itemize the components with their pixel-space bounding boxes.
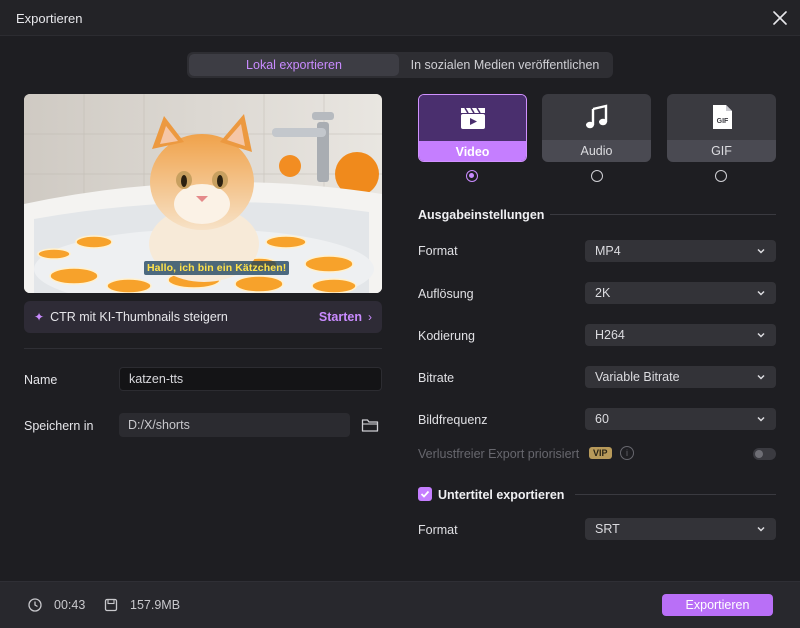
- subtitle-format-value: SRT: [595, 522, 620, 536]
- lossless-export-label: Verlustfreier Export priorisiert: [418, 447, 580, 461]
- chevron-down-icon: [757, 416, 765, 422]
- type-card-video[interactable]: Video: [418, 94, 527, 162]
- type-card-gif[interactable]: GIF GIF: [667, 94, 776, 162]
- start-button[interactable]: Starten: [319, 310, 362, 324]
- subtitle-caption: Hallo, ich bin ein Kätzchen!: [144, 261, 290, 275]
- bitrate-select[interactable]: Variable Bitrate: [585, 366, 776, 388]
- chevron-down-icon: [757, 374, 765, 380]
- checkmark-icon: [420, 490, 430, 498]
- close-button[interactable]: [768, 6, 792, 30]
- type-card-label: Audio: [542, 140, 651, 162]
- radio-audio[interactable]: [591, 170, 603, 182]
- folder-icon: [361, 419, 379, 432]
- tab-local-export[interactable]: Lokal exportieren: [189, 54, 399, 76]
- close-icon: [773, 11, 787, 25]
- music-note-icon: [585, 104, 607, 129]
- subtitles-checkbox[interactable]: [418, 487, 432, 501]
- format-value: MP4: [595, 244, 621, 258]
- resolution-label: Auflösung: [418, 287, 474, 301]
- subtitle-format-label: Format: [418, 523, 458, 537]
- resolution-value: 2K: [595, 286, 611, 300]
- radio-gif[interactable]: [715, 170, 727, 182]
- bitrate-label: Bitrate: [418, 371, 455, 385]
- save-path-field[interactable]: D:/X/shorts: [119, 413, 350, 437]
- format-select[interactable]: MP4: [585, 240, 776, 262]
- file-size-value: 157.9MB: [130, 598, 181, 612]
- video-clapper-icon: [460, 107, 485, 129]
- duration-value: 00:43: [54, 598, 86, 612]
- framerate-select[interactable]: 60: [585, 408, 776, 430]
- name-label: Name: [24, 373, 58, 387]
- title-bar: Exportieren: [0, 0, 800, 36]
- type-card-audio[interactable]: Audio: [542, 94, 651, 162]
- browse-folder-button[interactable]: [361, 417, 379, 433]
- framerate-value: 60: [595, 412, 609, 426]
- chevron-down-icon: [757, 248, 765, 254]
- chevron-down-icon: [757, 290, 765, 296]
- name-input[interactable]: [119, 367, 382, 391]
- sparkle-icon: ✦: [34, 310, 45, 324]
- framerate-label: Bildfrequenz: [418, 413, 488, 427]
- video-preview: Hallo, ich bin ein Kätzchen!: [24, 94, 382, 293]
- output-settings-title: Ausgabeinstellungen: [418, 208, 545, 222]
- section-divider: [575, 494, 776, 495]
- radio-video[interactable]: [466, 170, 478, 182]
- export-mode-tabs: Lokal exportieren In sozialen Medien ver…: [187, 52, 613, 78]
- vip-badge: VIP: [589, 447, 612, 459]
- ctr-thumbnail-banner[interactable]: ✦ CTR mit KI-Thumbnails steigern Starten…: [24, 301, 382, 333]
- type-card-label: GIF: [667, 140, 776, 162]
- save-path-value: D:/X/shorts: [128, 418, 190, 432]
- section-divider: [550, 214, 776, 215]
- save-disk-icon: [104, 598, 118, 612]
- chevron-right-icon: ›: [368, 310, 372, 324]
- encoding-select[interactable]: H264: [585, 324, 776, 346]
- export-button[interactable]: Exportieren: [662, 594, 773, 616]
- encoding-label: Kodierung: [418, 329, 475, 343]
- info-icon[interactable]: i: [620, 446, 634, 460]
- save-location-label: Speichern in: [24, 419, 94, 433]
- ctr-banner-label: CTR mit KI-Thumbnails steigern: [50, 310, 228, 324]
- clock-icon: [28, 598, 42, 612]
- subtitles-export-label: Untertitel exportieren: [438, 488, 565, 502]
- svg-text:GIF: GIF: [716, 118, 728, 125]
- resolution-select[interactable]: 2K: [585, 282, 776, 304]
- format-label: Format: [418, 244, 458, 258]
- gif-file-icon: GIF: [712, 105, 732, 129]
- lossless-export-toggle[interactable]: [753, 448, 776, 460]
- window-title: Exportieren: [16, 11, 83, 26]
- type-card-label: Video: [419, 141, 526, 161]
- chevron-down-icon: [757, 332, 765, 338]
- footer-bar: 00:43 157.9MB Exportieren: [0, 581, 800, 628]
- bitrate-value: Variable Bitrate: [595, 370, 680, 384]
- chevron-down-icon: [757, 526, 765, 532]
- subtitle-format-select[interactable]: SRT: [585, 518, 776, 540]
- divider: [24, 348, 382, 349]
- encoding-value: H264: [595, 328, 625, 342]
- tab-social-media[interactable]: In sozialen Medien veröffentlichen: [399, 54, 611, 76]
